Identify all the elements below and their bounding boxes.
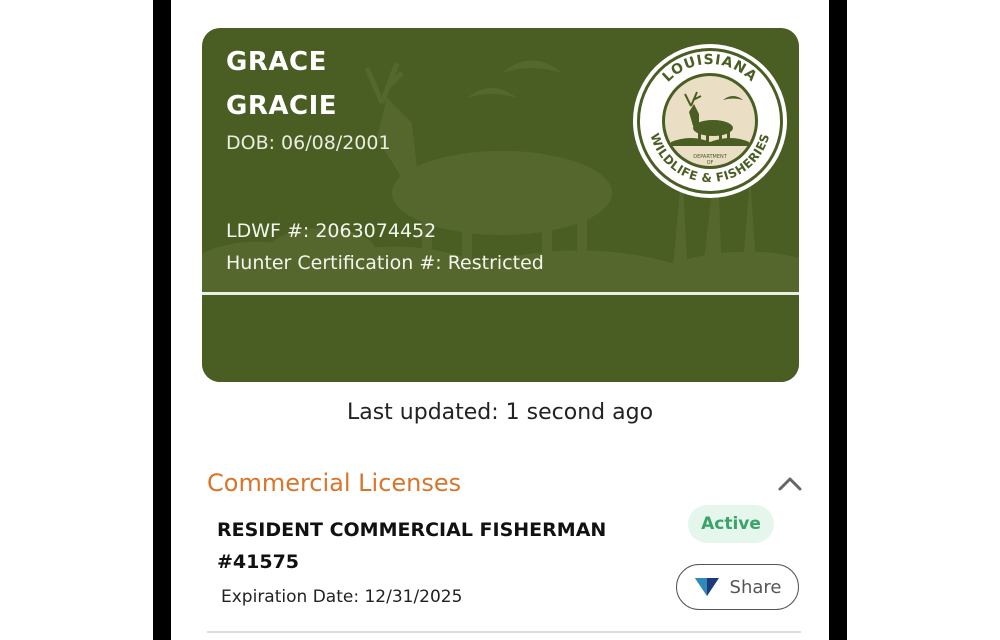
share-button-label: Share	[729, 576, 782, 598]
license-card: GRACE GRACIE DOB: 06/08/2001 LDWF #: 206…	[202, 28, 799, 382]
license-title: RESIDENT COMMERCIAL FISHERMAN #41575	[217, 519, 607, 573]
share-button[interactable]: Share	[676, 564, 799, 610]
last-updated-text: Last updated: 1 second ago	[346, 400, 654, 425]
card-ldwf-number: LDWF #: 2063074452	[226, 220, 437, 242]
list-divider	[207, 631, 801, 633]
chevron-up-icon[interactable]	[776, 473, 804, 493]
share-triangle-icon	[694, 578, 719, 596]
card-last-name: GRACIE	[226, 91, 337, 121]
card-first-name: GRACE	[226, 47, 327, 77]
card-lower-panel	[202, 295, 799, 382]
device-bezel-right	[829, 0, 847, 640]
device-bezel-left	[153, 0, 171, 640]
card-hunter-certification: Hunter Certification #: Restricted	[226, 252, 544, 274]
department-seal-logo: LOUISIANA WILDLIFE & FISHERIES DEPARTMEN…	[633, 44, 787, 198]
card-dob: DOB: 06/08/2001	[226, 132, 391, 154]
svg-text:OF: OF	[707, 160, 714, 166]
status-badge: Active	[688, 505, 774, 543]
license-expiration-date: Expiration Date: 12/31/2025	[221, 587, 463, 607]
section-title-commercial-licenses: Commercial Licenses	[207, 469, 462, 497]
